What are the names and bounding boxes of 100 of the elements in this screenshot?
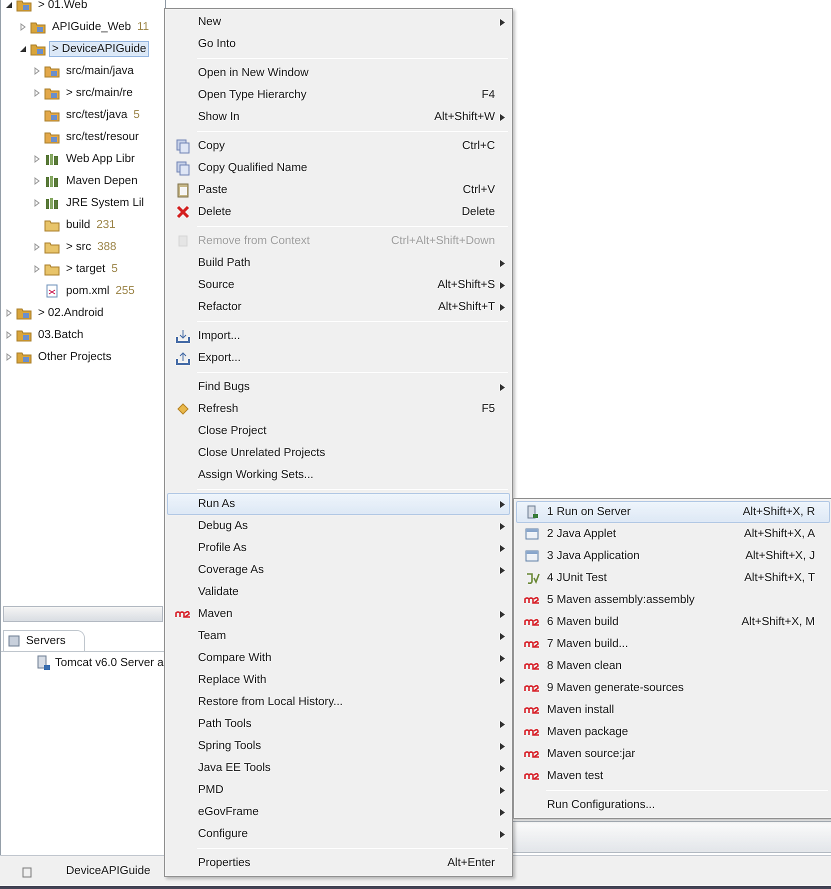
menu-item[interactable]: 4 JUnit Test Alt+Shift+X, T: [516, 567, 830, 589]
menu-item[interactable]: Show In Alt+Shift+W: [167, 106, 510, 128]
menu-item[interactable]: 2 Java Applet Alt+Shift+X, A: [516, 523, 830, 545]
menu-item[interactable]: Import...: [167, 325, 510, 347]
menu-item[interactable]: Export...: [167, 347, 510, 369]
tree-item[interactable]: Web App Libr: [63, 151, 138, 167]
item-count: 388: [97, 241, 116, 253]
window-icon: [524, 526, 540, 542]
working-set-icon: [16, 0, 32, 13]
horizontal-scrollbar[interactable]: [3, 606, 163, 622]
menu-item[interactable]: 3 Java Application Alt+Shift+X, J: [516, 545, 830, 567]
menu-item[interactable]: Properties Alt+Enter: [167, 852, 510, 874]
menu-item[interactable]: Delete Delete: [167, 201, 510, 223]
menu-item[interactable]: PMD: [167, 779, 510, 801]
collapsed-icon[interactable]: [33, 199, 41, 207]
menu-item[interactable]: Configure: [167, 823, 510, 845]
tree-item[interactable]: > 02.Android: [35, 305, 107, 321]
collapsed-icon[interactable]: [33, 265, 41, 273]
menu-item[interactable]: Team: [167, 625, 510, 647]
expanded-icon[interactable]: [19, 45, 27, 53]
collapsed-icon[interactable]: [33, 243, 41, 251]
menu-item[interactable]: Refactor Alt+Shift+T: [167, 296, 510, 318]
menu-item[interactable]: Maven install: [516, 699, 830, 721]
menu-item[interactable]: Source Alt+Shift+S: [167, 274, 510, 296]
collapsed-icon[interactable]: [5, 353, 13, 361]
menu-item[interactable]: Spring Tools: [167, 735, 510, 757]
tree-item[interactable]: 03.Batch: [35, 327, 86, 343]
menu-item[interactable]: Maven source:jar: [516, 743, 830, 765]
menu-item[interactable]: Path Tools: [167, 713, 510, 735]
menu-item[interactable]: Coverage As: [167, 559, 510, 581]
tree-item[interactable]: src/main/java: [63, 63, 137, 79]
menu-item[interactable]: Restore from Local History...: [167, 691, 510, 713]
menu-item[interactable]: Run As: [167, 493, 510, 515]
copy-icon: [175, 138, 191, 154]
menu-item[interactable]: Find Bugs: [167, 376, 510, 398]
menu-item[interactable]: Copy Qualified Name: [167, 157, 510, 179]
menu-item[interactable]: Assign Working Sets...: [167, 464, 510, 486]
menu-item[interactable]: Run Configurations...: [516, 794, 830, 816]
collapsed-icon[interactable]: [5, 309, 13, 317]
tray-out-icon: [175, 350, 191, 366]
clipboard-icon: [175, 182, 191, 198]
menu-item[interactable]: 6 Maven build Alt+Shift+X, M: [516, 611, 830, 633]
tree-item[interactable]: > src/main/re: [63, 85, 136, 101]
collapsed-icon[interactable]: [19, 23, 27, 31]
tree-item[interactable]: JRE System Lil: [63, 195, 147, 211]
server-entry[interactable]: Tomcat v6.0 Server a: [55, 657, 164, 669]
tree-item[interactable]: src/test/resour: [63, 129, 142, 145]
menu-item[interactable]: eGovFrame: [167, 801, 510, 823]
library-icon: [44, 173, 60, 189]
menu-item[interactable]: Maven test: [516, 765, 830, 787]
menu-item[interactable]: Validate: [167, 581, 510, 603]
menu-item[interactable]: Close Unrelated Projects: [167, 442, 510, 464]
xml-file-icon: [44, 283, 60, 299]
window-icon: [524, 548, 540, 564]
tree-item[interactable]: > DeviceAPIGuide: [49, 41, 150, 57]
menu-item[interactable]: Build Path: [167, 252, 510, 274]
tree-item[interactable]: APIGuide_Web: [49, 19, 134, 35]
menu-item[interactable]: Debug As: [167, 515, 510, 537]
menu-item[interactable]: Compare With: [167, 647, 510, 669]
server-icon: [35, 655, 51, 671]
item-count: 5: [133, 109, 140, 121]
delete-icon: [175, 204, 191, 220]
tree-item[interactable]: > target: [63, 261, 108, 277]
menu-item[interactable]: New: [167, 11, 510, 33]
menu-item[interactable]: Replace With: [167, 669, 510, 691]
tree-item[interactable]: src/test/java: [63, 107, 130, 123]
expanded-icon[interactable]: [5, 1, 13, 9]
collapsed-icon[interactable]: [5, 331, 13, 339]
tree-item[interactable]: Other Projects: [35, 349, 114, 365]
menu-item[interactable]: 8 Maven clean: [516, 655, 830, 677]
library-icon: [44, 195, 60, 211]
status-text: DeviceAPIGuide: [66, 865, 150, 877]
servers-tab[interactable]: Servers: [3, 630, 85, 651]
library-icon: [44, 151, 60, 167]
menu-item[interactable]: 9 Maven generate-sources: [516, 677, 830, 699]
menu-item[interactable]: 5 Maven assembly:assembly: [516, 589, 830, 611]
menu-item[interactable]: Go Into: [167, 33, 510, 55]
junit-icon: [524, 570, 540, 586]
menu-item[interactable]: Open Type Hierarchy F4: [167, 84, 510, 106]
tree-item[interactable]: > src: [63, 239, 94, 255]
menu-item[interactable]: Close Project: [167, 420, 510, 442]
collapsed-icon[interactable]: [33, 177, 41, 185]
menu-item[interactable]: Paste Ctrl+V: [167, 179, 510, 201]
menu-item[interactable]: Open in New Window: [167, 62, 510, 84]
menu-item[interactable]: 7 Maven build...: [516, 633, 830, 655]
collapsed-icon[interactable]: [33, 67, 41, 75]
tree-item[interactable]: Maven Depen: [63, 173, 141, 189]
tree-item[interactable]: pom.xml: [63, 283, 112, 299]
refresh-icon: [175, 401, 191, 417]
menu-item[interactable]: Copy Ctrl+C: [167, 135, 510, 157]
menu-item[interactable]: Profile As: [167, 537, 510, 559]
tree-item[interactable]: > 01.Web: [35, 0, 90, 13]
menu-item[interactable]: Java EE Tools: [167, 757, 510, 779]
menu-item[interactable]: 1 Run on Server Alt+Shift+X, R: [516, 501, 830, 523]
collapsed-icon[interactable]: [33, 89, 41, 97]
menu-item[interactable]: Maven: [167, 603, 510, 625]
tree-item[interactable]: build: [63, 217, 94, 233]
collapsed-icon[interactable]: [33, 155, 41, 163]
menu-item[interactable]: Maven package: [516, 721, 830, 743]
menu-item[interactable]: Refresh F5: [167, 398, 510, 420]
